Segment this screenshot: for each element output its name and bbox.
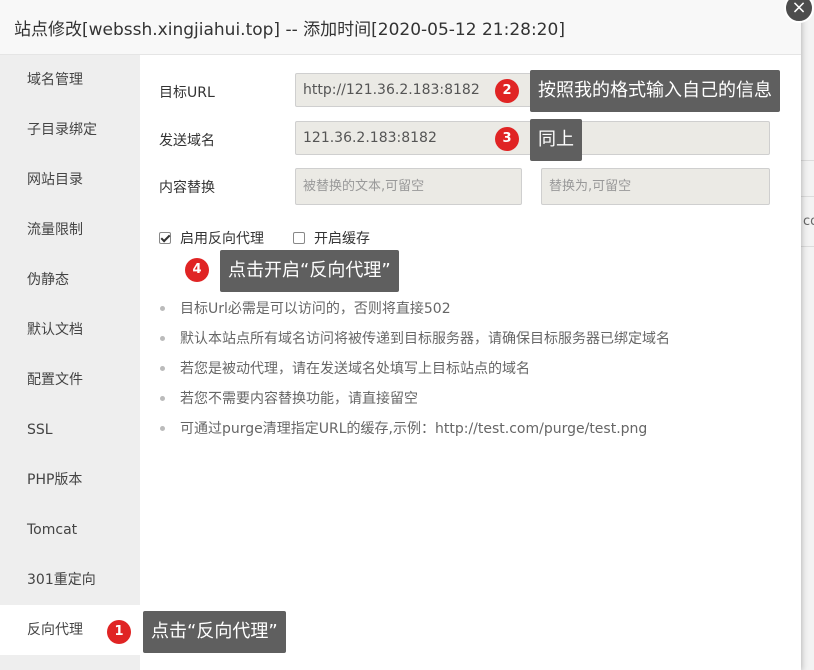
enable-proxy-toggle[interactable]: 启用反向代理 bbox=[159, 228, 264, 248]
annotation-callout-2: 按照我的格式输入自己的信息 bbox=[530, 70, 780, 112]
sidebar-item-site-dir[interactable]: 网站目录 bbox=[0, 155, 140, 205]
annotation-callout-3: 同上 bbox=[530, 119, 582, 161]
replace-to-input[interactable]: 替换为,可留空 bbox=[541, 168, 770, 205]
sidebar-item-traffic[interactable]: 流量限制 bbox=[0, 205, 140, 255]
sidebar-item-redirect[interactable]: 301重定向 bbox=[0, 555, 140, 605]
sidebar-item-domain[interactable]: 域名管理 bbox=[0, 55, 140, 105]
enable-proxy-checkbox[interactable] bbox=[159, 232, 171, 244]
sidebar-item-config[interactable]: 配置文件 bbox=[0, 355, 140, 405]
annotation-badge-2: 2 bbox=[495, 79, 519, 103]
tip-text: 可通过purge清理指定URL的缓存,示例：http://test.com/pu… bbox=[180, 421, 648, 437]
annotation-callout-4: 点击开启“反向代理” bbox=[220, 250, 399, 292]
annotation-badge-3: 3 bbox=[495, 127, 519, 151]
enable-cache-checkbox[interactable] bbox=[293, 232, 305, 244]
sidebar-item-rewrite[interactable]: 伪静态 bbox=[0, 255, 140, 305]
enable-proxy-label: 启用反向代理 bbox=[180, 231, 264, 247]
tip-item: 目标Url必需是可以访问的，否则将直接502 bbox=[160, 298, 451, 318]
tip-item: 若您不需要内容替换功能，请直接留空 bbox=[160, 388, 418, 408]
background-divider bbox=[801, 246, 814, 247]
bullet-icon bbox=[160, 395, 165, 401]
tip-item: 默认本站点所有域名访问将被传递到目标服务器，请确保目标服务器已绑定域名 bbox=[160, 328, 670, 348]
dialog-title-bar: 站点修改[webssh.xingjiahui.top] -- 添加时间[2020… bbox=[0, 0, 801, 55]
dialog-title: 站点修改[webssh.xingjiahui.top] -- 添加时间[2020… bbox=[14, 20, 565, 40]
tip-item: 若您是被动代理，请在发送域名处填写上目标站点的域名 bbox=[160, 358, 530, 378]
tip-item: 可通过purge清理指定URL的缓存,示例：http://test.com/pu… bbox=[160, 418, 647, 438]
annotation-badge-4: 4 bbox=[185, 258, 209, 282]
tip-text: 若您是被动代理，请在发送域名处填写上目标站点的域名 bbox=[180, 361, 530, 377]
background-page bbox=[801, 0, 814, 670]
replace-from-input[interactable]: 被替换的文本,可留空 bbox=[295, 168, 522, 205]
sidebar-item-tomcat[interactable]: Tomcat bbox=[0, 505, 140, 555]
bullet-icon bbox=[160, 335, 165, 341]
bullet-icon bbox=[160, 425, 165, 431]
sidebar-item-subdir[interactable]: 子目录绑定 bbox=[0, 105, 140, 155]
enable-cache-toggle[interactable]: 开启缓存 bbox=[293, 228, 370, 248]
annotation-callout-1: 点击“反向代理” bbox=[143, 611, 286, 653]
sidebar-item-default-doc[interactable]: 默认文档 bbox=[0, 305, 140, 355]
background-divider bbox=[801, 160, 814, 161]
enable-cache-label: 开启缓存 bbox=[314, 231, 370, 247]
tip-text: 若您不需要内容替换功能，请直接留空 bbox=[180, 391, 418, 407]
sidebar-item-php[interactable]: PHP版本 bbox=[0, 455, 140, 505]
bullet-icon bbox=[160, 305, 165, 311]
background-text: co bbox=[803, 214, 814, 229]
send-domain-label: 发送域名 bbox=[159, 133, 215, 149]
annotation-badge-1: 1 bbox=[107, 620, 131, 644]
sidebar-item-ssl[interactable]: SSL bbox=[0, 405, 140, 455]
tip-text: 默认本站点所有域名访问将被传递到目标服务器，请确保目标服务器已绑定域名 bbox=[180, 331, 670, 347]
sidebar: 域名管理 子目录绑定 网站目录 流量限制 伪静态 默认文档 配置文件 SSL P… bbox=[0, 55, 140, 670]
tip-text: 目标Url必需是可以访问的，否则将直接502 bbox=[180, 301, 451, 317]
content-replace-label: 内容替换 bbox=[159, 180, 215, 196]
target-url-label: 目标URL bbox=[159, 85, 215, 101]
bullet-icon bbox=[160, 365, 165, 371]
background-divider bbox=[801, 196, 814, 197]
